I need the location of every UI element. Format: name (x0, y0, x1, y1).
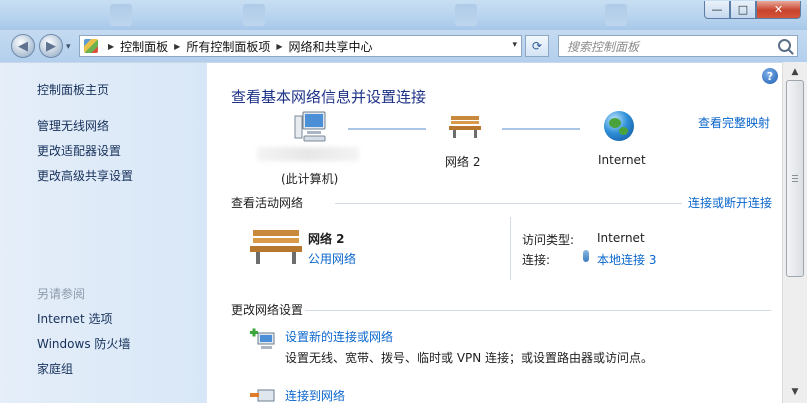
maximize-button[interactable]: □ (730, 1, 756, 19)
forward-button[interactable]: ▶ (39, 34, 63, 58)
globe-icon[interactable] (604, 111, 634, 141)
sidebar-item-control-panel-home[interactable]: 控制面板主页 (37, 81, 109, 98)
close-button[interactable]: ✕ (756, 1, 801, 19)
view-full-map-link[interactable]: 查看完整映射 (698, 114, 770, 131)
sidebar-item-advanced-sharing[interactable]: 更改高级共享设置 (37, 167, 133, 184)
computer-name-redacted (257, 147, 359, 161)
chevron-right-icon[interactable]: ▶ (174, 42, 180, 51)
connect-to-network-link[interactable]: 连接到网络 (285, 387, 345, 404)
section-divider (305, 310, 771, 311)
search-box[interactable] (558, 35, 798, 57)
search-input[interactable] (565, 37, 779, 57)
access-type-value: Internet (597, 231, 645, 245)
active-networks-header: 查看活动网络 (231, 196, 304, 210)
chevron-right-icon[interactable]: ▶ (108, 42, 114, 51)
grip-line (792, 178, 798, 179)
setup-connection-description: 设置无线、宽带、拨号、临时或 VPN 连接；或设置路由器或访问点。 (285, 351, 654, 365)
connect-network-icon[interactable] (250, 385, 276, 409)
background-icon (110, 4, 132, 26)
page-title: 查看基本网络信息并设置连接 (231, 88, 427, 106)
search-icon[interactable] (778, 39, 791, 52)
back-button[interactable]: ◀ (11, 34, 35, 58)
background-icon (243, 4, 265, 26)
scrollbar-thumb[interactable] (786, 80, 804, 277)
background-icon (605, 4, 627, 26)
grip-line (792, 175, 798, 176)
navigation-bar: ◀ ▶ ▾ ▶ 控制面板 ▶ 所有控制面板项 ▶ 网络和共享中心 ▾ ⟳ (0, 30, 807, 62)
breadcrumb-network-center[interactable]: 网络和共享中心 (289, 38, 373, 55)
connections-label: 连接: (522, 253, 551, 267)
background-icon (455, 4, 477, 26)
sidebar-item-manage-wireless[interactable]: 管理无线网络 (37, 117, 109, 134)
breadcrumb-control-panel[interactable]: 控制面板 (120, 38, 168, 55)
window-controls: — □ ✕ (704, 1, 801, 19)
bench-icon (250, 230, 302, 264)
network-node-label: 网络 2 (445, 155, 481, 169)
section-divider (335, 203, 682, 204)
this-computer-label: (此计算机) (281, 172, 339, 186)
vertical-scrollbar[interactable]: ▲ ▼ (782, 62, 807, 403)
title-bar: — □ ✕ (0, 0, 807, 30)
scroll-up-button[interactable]: ▲ (787, 64, 803, 80)
sidebar-item-windows-firewall[interactable]: Windows 防火墙 (37, 335, 130, 352)
vertical-divider (510, 217, 511, 280)
network-category-link[interactable]: 公用网络 (308, 250, 356, 267)
scroll-down-button[interactable]: ▼ (787, 384, 803, 400)
minimize-button[interactable]: — (704, 1, 730, 19)
access-type-label: 访问类型: (522, 233, 575, 247)
recent-pages-dropdown[interactable]: ▾ (66, 42, 71, 52)
control-panel-icon (84, 39, 98, 53)
setup-connection-link[interactable]: 设置新的连接或网络 (285, 328, 393, 345)
help-icon[interactable]: ? (762, 68, 778, 84)
grip-line (792, 181, 798, 182)
sidebar-item-internet-options[interactable]: Internet 选项 (37, 310, 112, 327)
connection-line (348, 128, 426, 130)
see-also-header: 另请参阅 (37, 287, 86, 301)
address-history-dropdown[interactable]: ▾ (512, 40, 517, 50)
address-bar[interactable]: ▶ 控制面板 ▶ 所有控制面板项 ▶ 网络和共享中心 ▾ (79, 35, 522, 57)
computer-icon[interactable] (293, 110, 327, 144)
connection-icon (583, 250, 589, 262)
sidebar-item-adapter-settings[interactable]: 更改适配器设置 (37, 142, 121, 159)
internet-node-label: Internet (598, 153, 646, 167)
bench-icon[interactable] (449, 113, 481, 139)
new-connection-icon[interactable] (250, 327, 276, 351)
connection-line (502, 128, 580, 130)
breadcrumb-all-items[interactable]: 所有控制面板项 (186, 38, 270, 55)
main-content: ? 查看基本网络信息并设置连接 查看完整映射 (此计算机) 网络 2 Inter… (207, 62, 782, 403)
refresh-button[interactable]: ⟳ (525, 35, 549, 57)
change-settings-header: 更改网络设置 (231, 303, 304, 317)
network-name: 网络 2 (308, 232, 345, 246)
connect-disconnect-link[interactable]: 连接或断开连接 (688, 194, 772, 211)
chevron-right-icon[interactable]: ▶ (276, 42, 282, 51)
local-connection-link[interactable]: 本地连接 3 (597, 251, 656, 268)
sidebar-item-homegroup[interactable]: 家庭组 (37, 360, 73, 377)
sidebar: 控制面板主页 管理无线网络 更改适配器设置 更改高级共享设置 另请参阅 Inte… (0, 62, 207, 403)
